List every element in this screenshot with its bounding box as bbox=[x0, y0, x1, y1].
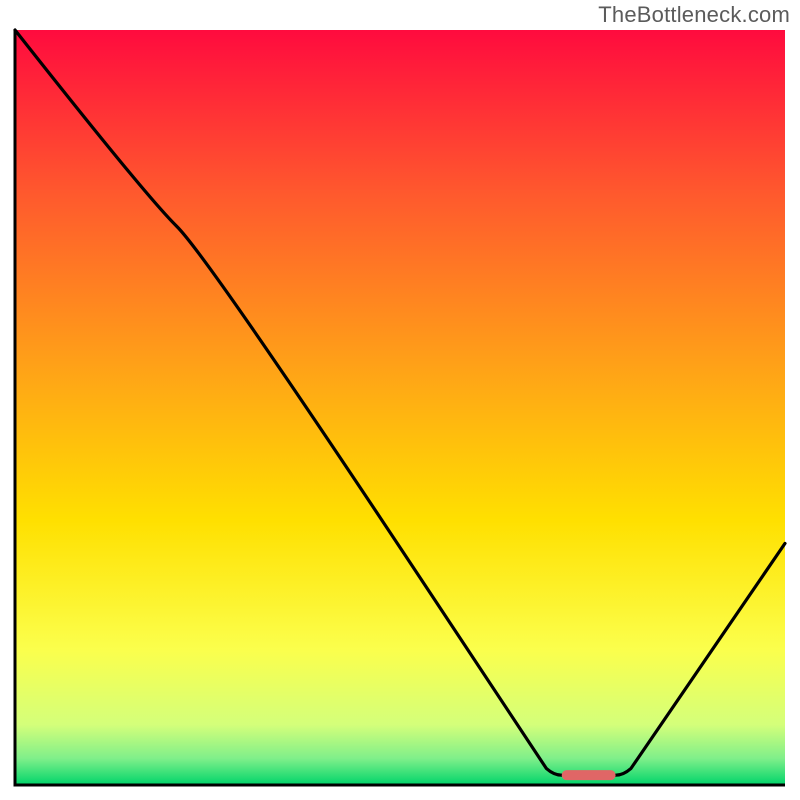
chart-svg bbox=[0, 0, 800, 800]
watermark-text: TheBottleneck.com bbox=[598, 2, 790, 28]
chart-container: TheBottleneck.com bbox=[0, 0, 800, 800]
optimal-range-marker bbox=[562, 770, 616, 780]
gradient-background bbox=[15, 30, 785, 785]
